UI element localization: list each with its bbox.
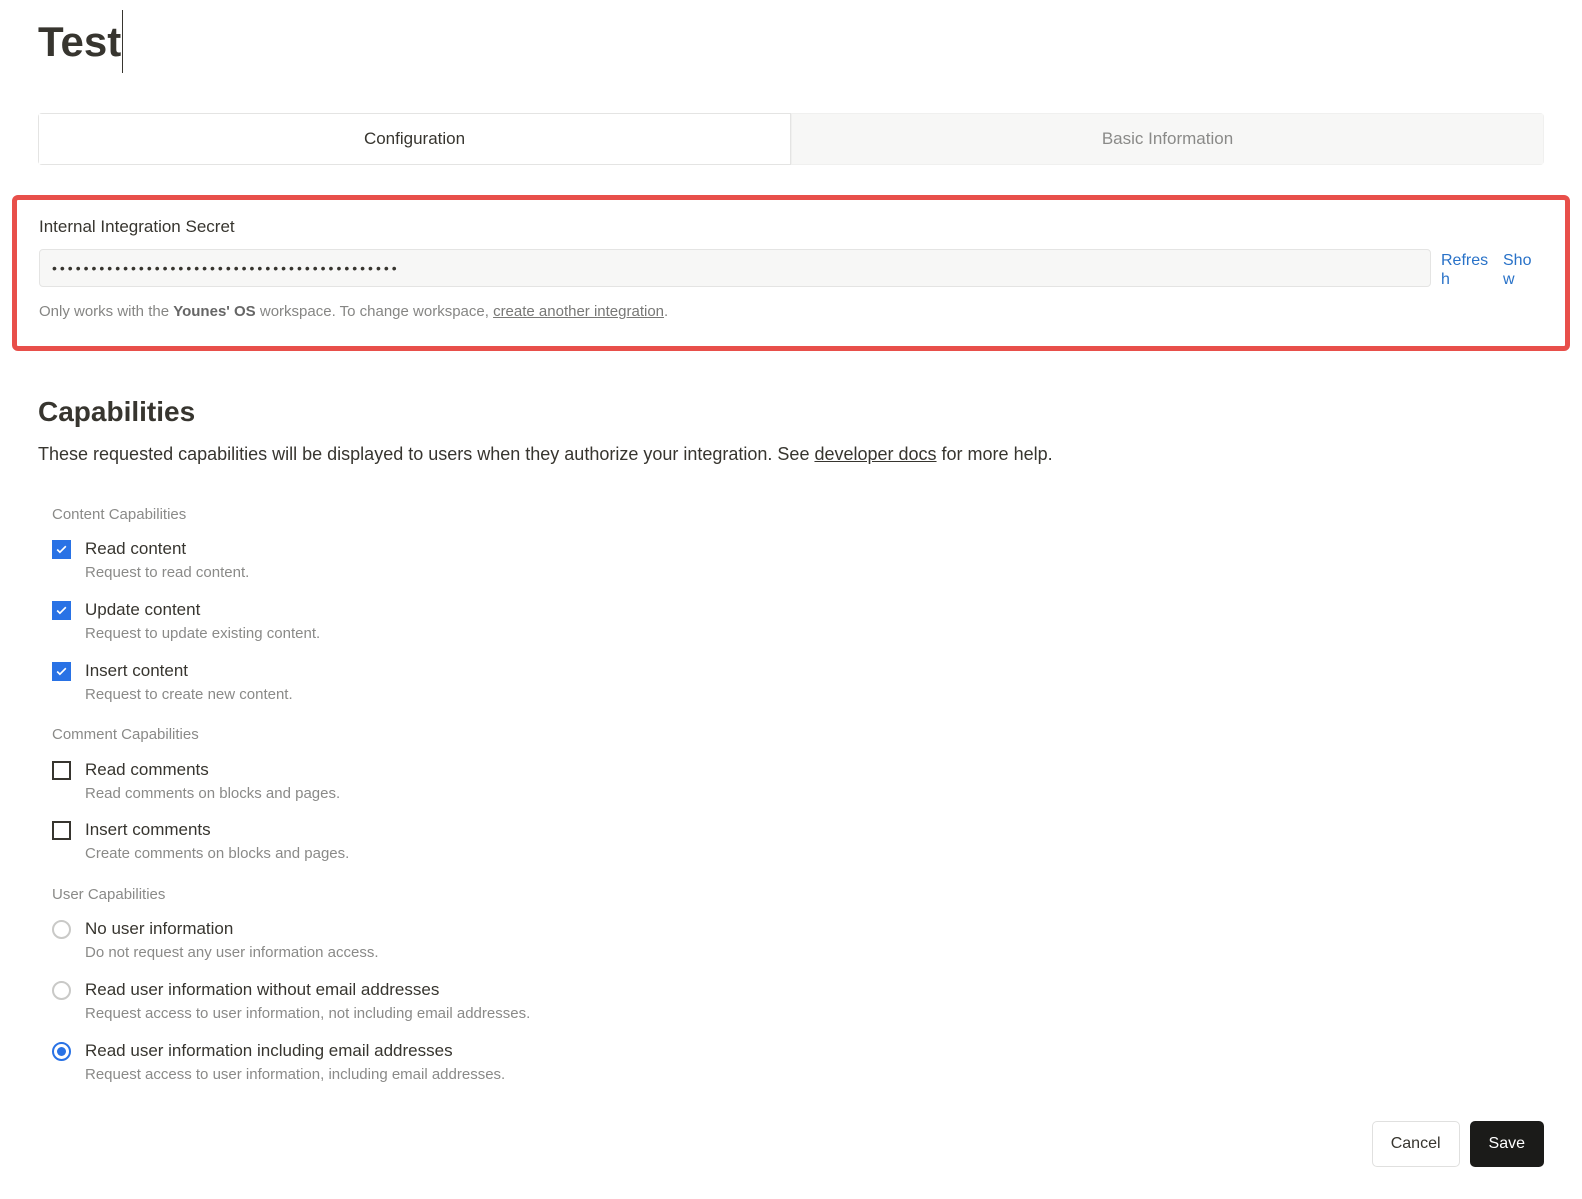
capabilities-desc-text: These requested capabilities will be dis… bbox=[38, 444, 814, 464]
comment-capabilities-group-label: Comment Capabilities bbox=[52, 724, 1544, 747]
checkbox-read-comments[interactable] bbox=[52, 761, 71, 780]
option-label: Insert comments bbox=[85, 819, 1544, 841]
capabilities-description: These requested capabilities will be dis… bbox=[38, 441, 1544, 468]
checkbox-read-comments-row: Read comments Read comments on blocks an… bbox=[52, 759, 1544, 806]
helper-text: . bbox=[664, 303, 668, 320]
create-another-integration-link[interactable]: create another integration bbox=[493, 303, 664, 320]
option-desc: Read comments on blocks and pages. bbox=[85, 783, 1544, 806]
user-capabilities-group-label: User Capabilities bbox=[52, 884, 1544, 907]
save-button[interactable]: Save bbox=[1470, 1121, 1544, 1167]
secret-label: Internal Integration Secret bbox=[39, 214, 1543, 240]
radio-user-info-with-email[interactable] bbox=[52, 1042, 71, 1061]
option-desc: Do not request any user information acce… bbox=[85, 942, 1544, 965]
content-capabilities-group-label: Content Capabilities bbox=[52, 504, 1544, 527]
checkbox-insert-content-row: Insert content Request to create new con… bbox=[52, 660, 1544, 707]
option-desc: Request to read content. bbox=[85, 562, 1544, 585]
helper-text: workspace. To change workspace, bbox=[256, 303, 493, 320]
tab-configuration[interactable]: Configuration bbox=[38, 113, 791, 165]
checkbox-read-content[interactable] bbox=[52, 540, 71, 559]
page-title: Test bbox=[38, 10, 123, 73]
option-label: Read content bbox=[85, 538, 1544, 560]
option-label: No user information bbox=[85, 918, 1544, 940]
option-label: Update content bbox=[85, 599, 1544, 621]
check-icon bbox=[55, 665, 68, 678]
integration-secret-section: Internal Integration Secret ••••••••••••… bbox=[12, 195, 1570, 351]
developer-docs-link[interactable]: developer docs bbox=[814, 444, 936, 464]
capabilities-heading: Capabilities bbox=[38, 391, 1544, 433]
option-desc: Request access to user information, not … bbox=[85, 1003, 1544, 1026]
refresh-link[interactable]: Refresh bbox=[1441, 249, 1493, 289]
option-label: Read comments bbox=[85, 759, 1544, 781]
checkbox-insert-comments[interactable] bbox=[52, 821, 71, 840]
checkbox-insert-comments-row: Insert comments Create comments on block… bbox=[52, 819, 1544, 866]
check-icon bbox=[55, 604, 68, 617]
radio-user-info-with-email-row: Read user information including email ad… bbox=[52, 1040, 1544, 1087]
option-desc: Request access to user information, incl… bbox=[85, 1064, 1544, 1087]
option-desc: Request to create new content. bbox=[85, 684, 1544, 707]
radio-no-user-info-row: No user information Do not request any u… bbox=[52, 918, 1544, 965]
radio-user-info-no-email-row: Read user information without email addr… bbox=[52, 979, 1544, 1026]
helper-workspace-name: Younes' OS bbox=[173, 303, 255, 320]
tabs: Configuration Basic Information bbox=[38, 113, 1544, 165]
option-label: Insert content bbox=[85, 660, 1544, 682]
radio-user-info-no-email[interactable] bbox=[52, 981, 71, 1000]
check-icon bbox=[55, 543, 68, 556]
cancel-button[interactable]: Cancel bbox=[1372, 1121, 1460, 1167]
helper-text: Only works with the bbox=[39, 303, 173, 320]
option-label: Read user information without email addr… bbox=[85, 979, 1544, 1001]
checkbox-update-content[interactable] bbox=[52, 601, 71, 620]
checkbox-insert-content[interactable] bbox=[52, 662, 71, 681]
capabilities-desc-text: for more help. bbox=[937, 444, 1053, 464]
radio-no-user-info[interactable] bbox=[52, 920, 71, 939]
option-desc: Create comments on blocks and pages. bbox=[85, 843, 1544, 866]
secret-helper: Only works with the Younes' OS workspace… bbox=[39, 301, 1543, 324]
option-label: Read user information including email ad… bbox=[85, 1040, 1544, 1062]
secret-input[interactable]: ••••••••••••••••••••••••••••••••••••••••… bbox=[39, 249, 1431, 287]
checkbox-read-content-row: Read content Request to read content. bbox=[52, 538, 1544, 585]
checkbox-update-content-row: Update content Request to update existin… bbox=[52, 599, 1544, 646]
tab-basic-information[interactable]: Basic Information bbox=[791, 113, 1544, 165]
show-link[interactable]: Show bbox=[1503, 249, 1543, 289]
option-desc: Request to update existing content. bbox=[85, 623, 1544, 646]
